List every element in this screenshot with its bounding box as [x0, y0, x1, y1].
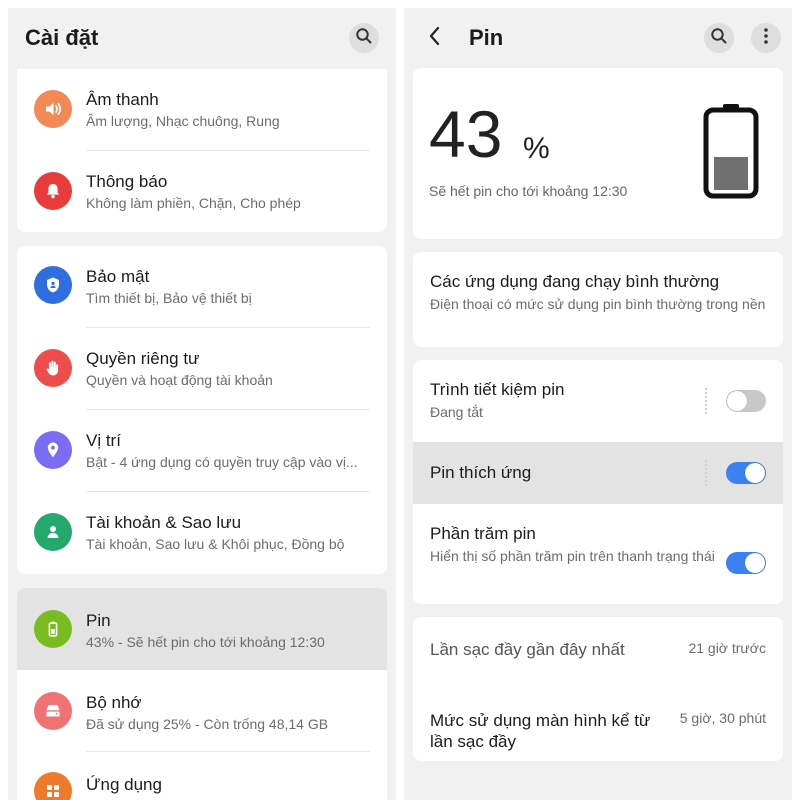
search-icon — [710, 27, 728, 50]
setting-item-title: Bảo mật — [86, 267, 150, 286]
power-saver-title: Trình tiết kiệm pin — [430, 380, 565, 399]
shield-icon — [34, 266, 72, 304]
more-options-button[interactable] — [751, 23, 781, 53]
storage-icon — [34, 692, 72, 730]
battery-percentage-title: Phần trăm pin — [430, 524, 536, 543]
location-pin-icon — [34, 431, 72, 469]
speaker-icon — [34, 90, 72, 128]
setting-item-subtitle: Tài khoản, Sao lưu & Khôi phục, Đồng bộ — [86, 536, 345, 552]
screen-usage-label: Mức sử dụng màn hình kể từ lần sạc đầy — [430, 711, 651, 751]
setting-item-location[interactable]: Vị trí Bật - 4 ứng dụng có quyền truy cậ… — [17, 410, 387, 492]
settings-group-device: Pin 43% - Sẽ hết pin cho tới khoảng 12:3… — [17, 588, 387, 800]
battery-usage-card: Lần sạc đầy gần đây nhất 21 giờ trước Mứ… — [413, 617, 783, 761]
setting-item-subtitle: Đã sử dụng 25% - Còn trống 48,14 GB — [86, 716, 329, 732]
setting-item-security[interactable]: Bảo mật Tìm thiết bị, Bảo vệ thiết bị — [17, 246, 387, 328]
setting-item-subtitle: 43% - Sẽ hết pin cho tới khoảng 12:30 — [86, 634, 325, 650]
apps-status-subtitle: Điện thoại có mức sử dụng pin bình thườn… — [430, 296, 766, 312]
setting-item-subtitle: Bật - 4 ứng dụng có quyền truy cập vào v… — [86, 454, 358, 470]
setting-item-sound[interactable]: Âm thanh Âm lượng, Nhạc chuông, Rung — [17, 69, 387, 151]
search-icon — [355, 27, 373, 50]
battery-level-card: 43 % Sẽ hết pin cho tới khoảng 12:30 — [413, 68, 783, 239]
last-charge-row: Lần sạc đầy gần đây nhất 21 giờ trước — [413, 617, 783, 677]
battery-percentage-unit: % — [523, 132, 550, 165]
power-saver-row[interactable]: Trình tiết kiệm pin Đang tắt — [413, 360, 783, 442]
hand-icon — [34, 349, 72, 387]
screen-usage-row: Mức sử dụng màn hình kể từ lần sạc đầy 5… — [413, 677, 783, 761]
search-button[interactable] — [349, 23, 379, 53]
settings-group-security: Bảo mật Tìm thiết bị, Bảo vệ thiết bị Qu… — [17, 246, 387, 574]
divider — [705, 460, 707, 486]
setting-item-subtitle: Quyền và hoạt động tài khoản — [86, 372, 273, 388]
back-button[interactable] — [420, 23, 450, 53]
page-title: Cài đặt — [25, 25, 99, 50]
battery-fill — [714, 157, 748, 190]
setting-item-title: Ứng dụng — [86, 775, 162, 794]
setting-item-privacy[interactable]: Quyền riêng tư Quyền và hoạt động tài kh… — [17, 328, 387, 410]
battery-level-icon — [702, 102, 760, 205]
battery-icon — [34, 610, 72, 648]
setting-item-subtitle: Âm lượng, Nhạc chuông, Rung — [86, 113, 280, 129]
apps-status-card[interactable]: Các ứng dụng đang chạy bình thường Điện … — [413, 252, 783, 347]
power-saver-toggle[interactable] — [726, 390, 766, 412]
battery-options-card: Trình tiết kiệm pin Đang tắt Pin thích ứ… — [413, 360, 783, 604]
setting-item-notifications[interactable]: Thông báo Không làm phiền, Chặn, Cho phé… — [17, 151, 387, 232]
adaptive-battery-toggle[interactable] — [726, 462, 766, 484]
setting-item-title: Bộ nhớ — [86, 693, 142, 712]
battery-percentage-subtitle: Hiển thị số phần trăm pin trên thanh trạ… — [430, 548, 715, 564]
battery-percentage-value: 43 — [429, 97, 503, 171]
last-charge-value: 21 giờ trước — [688, 640, 766, 656]
divider — [705, 388, 707, 414]
setting-item-title: Âm thanh — [86, 90, 159, 109]
setting-item-title: Thông báo — [86, 172, 168, 191]
setting-item-battery[interactable]: Pin 43% - Sẽ hết pin cho tới khoảng 12:3… — [17, 588, 387, 670]
battery-percentage-toggle[interactable] — [726, 552, 766, 574]
battery-panel: Pin 43 % Sẽ hết pin cho tới khoảng 12:30… — [404, 8, 792, 800]
settings-panel: Cài đặt Âm thanh Âm lượng, Nhạc chuông, … — [8, 8, 396, 800]
adaptive-battery-row[interactable]: Pin thích ứng — [413, 442, 783, 504]
battery-header: Pin — [404, 8, 792, 68]
bell-icon — [34, 172, 72, 210]
search-button[interactable] — [704, 23, 734, 53]
apps-icon — [34, 772, 72, 800]
setting-item-title: Quyền riêng tư — [86, 349, 200, 368]
chevron-left-icon — [427, 25, 443, 52]
last-charge-label: Lần sạc đầy gần đây nhất — [430, 640, 625, 659]
setting-item-subtitle: Không làm phiền, Chặn, Cho phép — [86, 195, 301, 211]
setting-item-storage[interactable]: Bộ nhớ Đã sử dụng 25% - Còn trống 48,14 … — [17, 670, 387, 752]
adaptive-battery-title: Pin thích ứng — [430, 463, 532, 482]
battery-estimate: Sẽ hết pin cho tới khoảng 12:30 — [429, 183, 628, 199]
setting-item-subtitle: Tìm thiết bị, Bảo vệ thiết bị — [86, 290, 252, 306]
settings-header: Cài đặt — [8, 8, 396, 68]
battery-percentage-row[interactable]: Phần trăm pin Hiển thị số phần trăm pin … — [413, 504, 783, 604]
screen-usage-value: 5 giờ, 30 phút — [679, 710, 766, 726]
setting-item-apps[interactable]: Ứng dụng — [17, 752, 387, 800]
setting-item-accounts[interactable]: Tài khoản & Sao lưu Tài khoản, Sao lưu &… — [17, 492, 387, 574]
page-title: Pin — [469, 25, 504, 50]
power-saver-status: Đang tắt — [430, 404, 483, 420]
setting-item-title: Tài khoản & Sao lưu — [86, 513, 242, 532]
setting-item-title: Pin — [86, 611, 111, 630]
setting-item-title: Vị trí — [86, 431, 121, 450]
apps-status-title: Các ứng dụng đang chạy bình thường — [430, 272, 720, 291]
settings-group-sound: Âm thanh Âm lượng, Nhạc chuông, Rung Thô… — [17, 69, 387, 232]
more-vertical-icon — [763, 27, 769, 50]
person-icon — [34, 513, 72, 551]
